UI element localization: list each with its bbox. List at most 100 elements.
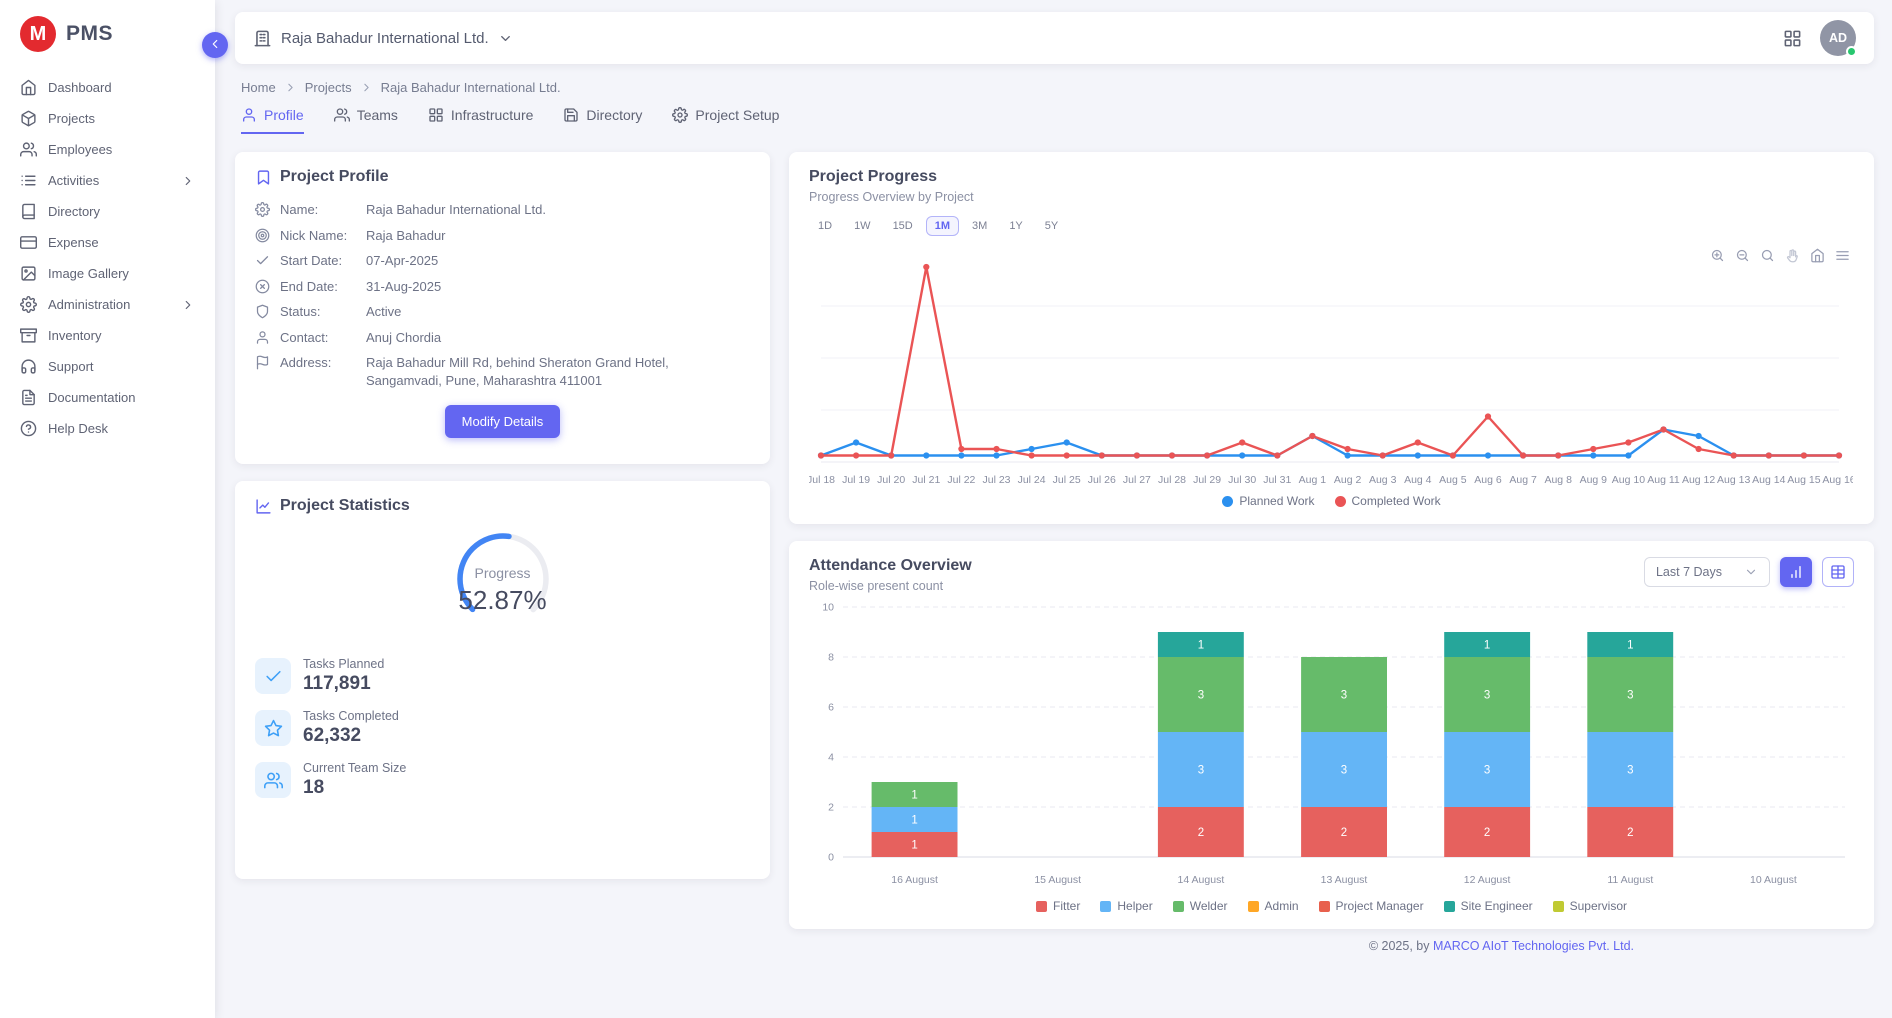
company-selector[interactable]: Raja Bahadur International Ltd. <box>253 29 513 48</box>
sidebar-item-activities[interactable]: Activities <box>0 165 215 196</box>
modify-details-button[interactable]: Modify Details <box>445 405 561 438</box>
sidebar-item-administration[interactable]: Administration <box>0 289 215 320</box>
legend-item-helper[interactable]: Helper <box>1100 899 1152 913</box>
range-button-1w[interactable]: 1W <box>845 216 880 236</box>
legend-item-project-manager[interactable]: Project Manager <box>1319 899 1424 913</box>
svg-text:3: 3 <box>1484 690 1490 702</box>
svg-text:Aug 2: Aug 2 <box>1334 474 1362 486</box>
zoom-out-icon[interactable] <box>1735 248 1750 263</box>
apps-grid-icon[interactable] <box>1783 29 1802 48</box>
range-button-3m[interactable]: 3M <box>963 216 996 236</box>
legend-item-planned-work[interactable]: Planned Work <box>1222 494 1314 508</box>
sidebar-item-inventory[interactable]: Inventory <box>0 320 215 351</box>
sidebar-item-employees[interactable]: Employees <box>0 134 215 165</box>
sidebar-item-expense[interactable]: Expense <box>0 227 215 258</box>
sidebar-item-dashboard[interactable]: Dashboard <box>0 72 215 103</box>
building-icon <box>253 29 272 48</box>
field-label: Status: <box>280 303 356 321</box>
svg-text:1: 1 <box>1198 640 1204 652</box>
help-icon <box>20 420 37 437</box>
tab-label: Profile <box>264 107 304 123</box>
chart-view-button[interactable] <box>1780 557 1812 587</box>
table-view-button[interactable] <box>1822 557 1854 587</box>
footer-brand-link[interactable]: MARCO AIoT Technologies Pvt. Ltd. <box>1433 939 1634 953</box>
range-button-1d[interactable]: 1D <box>809 216 841 236</box>
tab-directory[interactable]: Directory <box>563 107 642 134</box>
svg-text:Aug 4: Aug 4 <box>1404 474 1432 486</box>
svg-text:10 August: 10 August <box>1750 874 1797 886</box>
range-button-1m[interactable]: 1M <box>926 216 959 236</box>
pan-icon[interactable] <box>1785 248 1800 263</box>
svg-text:Jul 18: Jul 18 <box>809 474 835 486</box>
zoom-in-icon[interactable] <box>1710 248 1725 263</box>
breadcrumb-separator-icon <box>360 81 373 94</box>
sidebar-item-label: Projects <box>48 111 95 126</box>
attendance-chart[interactable]: 024681011116 August15 August233114 Augus… <box>809 597 1853 897</box>
chart-menu-icon[interactable] <box>1835 248 1850 263</box>
chevron-down-icon <box>498 31 513 46</box>
sidebar-item-label: Image Gallery <box>48 266 129 281</box>
tab-teams[interactable]: Teams <box>334 107 398 134</box>
attendance-range-select[interactable]: Last 7 Days <box>1644 557 1770 587</box>
legend-item-welder[interactable]: Welder <box>1173 899 1228 913</box>
legend-label: Completed Work <box>1352 494 1441 508</box>
breadcrumb-item-home[interactable]: Home <box>241 80 276 95</box>
progress-card-title: Project Progress <box>809 168 1854 186</box>
chart-toolbar <box>1710 248 1850 263</box>
company-name: Raja Bahadur International Ltd. <box>281 30 489 47</box>
svg-text:Aug 15: Aug 15 <box>1787 474 1820 486</box>
sidebar-item-label: Dashboard <box>48 80 112 95</box>
svg-text:1: 1 <box>911 790 917 802</box>
attendance-card-title: Attendance Overview <box>809 557 972 575</box>
progress-gauge: Progress 52.87% <box>255 527 750 631</box>
range-button-5y[interactable]: 5Y <box>1036 216 1067 236</box>
svg-text:Aug 5: Aug 5 <box>1439 474 1467 486</box>
sidebar-item-support[interactable]: Support <box>0 351 215 382</box>
field-value: 07-Apr-2025 <box>366 252 726 270</box>
statistics-card-header: Project Statistics <box>255 497 750 515</box>
legend-item-site-engineer[interactable]: Site Engineer <box>1444 899 1533 913</box>
progress-card-subtitle: Progress Overview by Project <box>809 190 1854 204</box>
legend-item-supervisor[interactable]: Supervisor <box>1553 899 1627 913</box>
breadcrumb-separator-icon <box>284 81 297 94</box>
online-status-dot <box>1846 46 1857 57</box>
legend-item-fitter[interactable]: Fitter <box>1036 899 1080 913</box>
sidebar-item-projects[interactable]: Projects <box>0 103 215 134</box>
users-icon <box>334 107 350 123</box>
svg-text:2: 2 <box>1198 827 1204 839</box>
range-button-15d[interactable]: 15D <box>884 216 922 236</box>
sidebar-collapse-button[interactable] <box>202 32 228 58</box>
sidebar-item-help-desk[interactable]: Help Desk <box>0 413 215 444</box>
chart-line-icon <box>255 498 272 515</box>
stat-label: Current Team Size <box>303 761 406 775</box>
user-avatar[interactable]: AD <box>1820 20 1856 56</box>
shield-icon <box>255 304 270 319</box>
svg-text:Aug 7: Aug 7 <box>1509 474 1537 486</box>
svg-text:Aug 16: Aug 16 <box>1822 474 1853 486</box>
svg-text:3: 3 <box>1341 765 1347 777</box>
sidebar-item-documentation[interactable]: Documentation <box>0 382 215 413</box>
reset-zoom-icon[interactable] <box>1810 248 1825 263</box>
svg-text:4: 4 <box>828 752 834 764</box>
svg-text:Aug 14: Aug 14 <box>1752 474 1785 486</box>
range-button-1y[interactable]: 1Y <box>1000 216 1031 236</box>
legend-item-admin[interactable]: Admin <box>1248 899 1299 913</box>
selection-zoom-icon[interactable] <box>1760 248 1775 263</box>
statistics-card-title: Project Statistics <box>280 497 410 515</box>
gauge-wrap: Progress 52.87% <box>418 527 588 631</box>
tab-profile[interactable]: Profile <box>241 107 304 134</box>
legend-item-completed-work[interactable]: Completed Work <box>1335 494 1441 508</box>
breadcrumb-item-projects[interactable]: Projects <box>305 80 352 95</box>
sidebar-item-label: Expense <box>48 235 99 250</box>
tab-infrastructure[interactable]: Infrastructure <box>428 107 533 134</box>
user-icon <box>255 330 270 345</box>
svg-text:6: 6 <box>828 702 834 714</box>
project-progress-chart[interactable]: Jul 18Jul 19Jul 20Jul 21Jul 22Jul 23Jul … <box>809 240 1853 492</box>
tab-project-setup[interactable]: Project Setup <box>672 107 779 134</box>
sidebar-item-image-gallery[interactable]: Image Gallery <box>0 258 215 289</box>
sidebar-item-directory[interactable]: Directory <box>0 196 215 227</box>
legend-swatch <box>1444 901 1455 912</box>
svg-text:Aug 8: Aug 8 <box>1544 474 1572 486</box>
footer: © 2025, by MARCO AIoT Technologies Pvt. … <box>235 929 1874 965</box>
svg-text:Aug 9: Aug 9 <box>1580 474 1608 486</box>
